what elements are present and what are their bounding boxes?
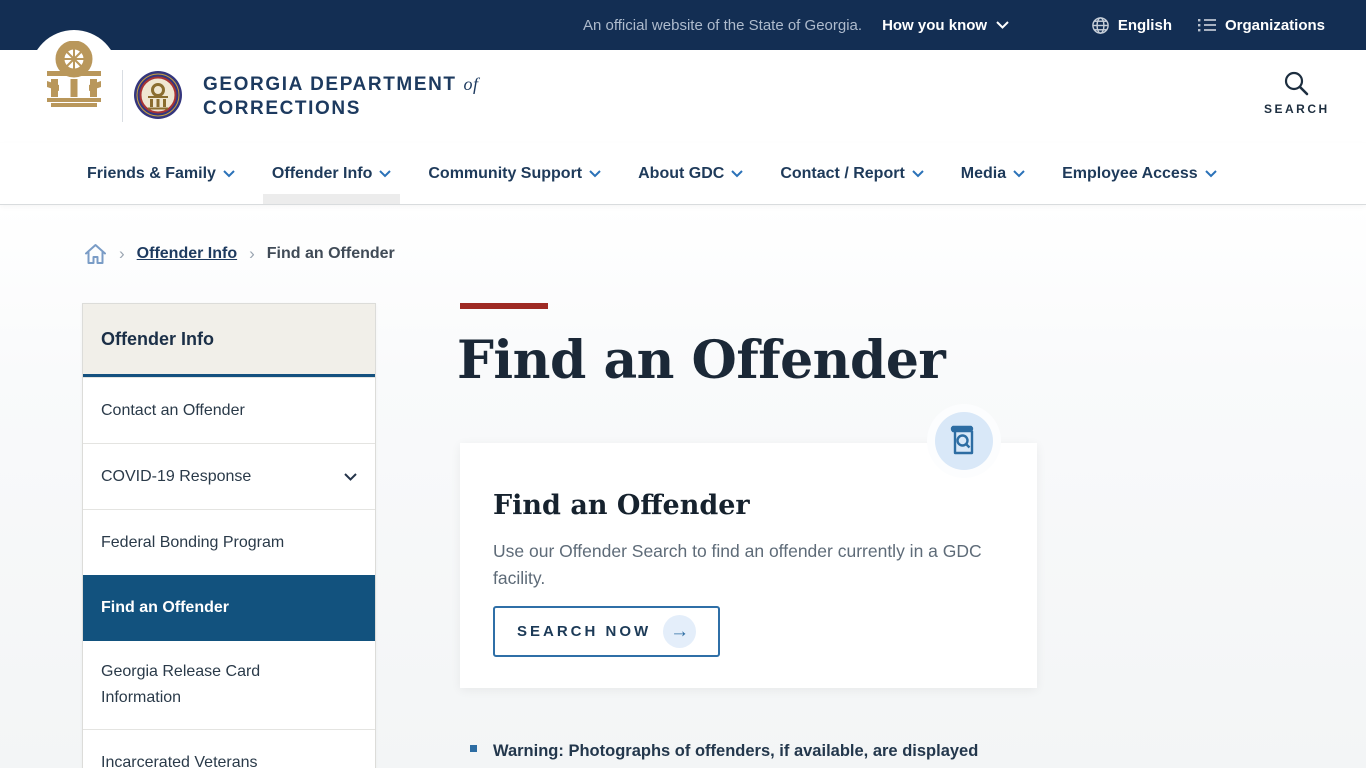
sidebar-item-incarcerated-veterans[interactable]: Incarcerated Veterans	[83, 729, 375, 768]
nav-item-media[interactable]: Media	[956, 143, 1030, 204]
chevron-down-icon	[344, 472, 357, 481]
chevron-down-icon	[912, 169, 924, 177]
heading-accent-bar	[460, 303, 548, 309]
nav-label: Contact / Report	[780, 164, 905, 182]
agency-title[interactable]: GEORGIA DEPARTMENT of CORRECTIONS	[203, 72, 479, 121]
page: An official website of the State of Geor…	[0, 0, 1366, 768]
breadcrumb-link-offender-info[interactable]: Offender Info	[137, 245, 237, 263]
breadcrumb-separator-icon: ›	[249, 244, 255, 263]
government-topbar: An official website of the State of Geor…	[0, 0, 1366, 50]
sidebar-item-label: Incarcerated Veterans	[101, 753, 258, 768]
nav-label: Employee Access	[1062, 164, 1198, 182]
organizations-label: Organizations	[1224, 16, 1325, 34]
breadcrumb: › Offender Info › Find an Offender	[84, 243, 395, 265]
warning-text: Warning: Photographs of offenders, if av…	[493, 742, 979, 760]
nav-item-offender-info[interactable]: Offender Info	[262, 143, 401, 204]
page-title: Find an Offender	[457, 330, 946, 391]
nav-item-community-support[interactable]: Community Support	[423, 143, 606, 204]
sidebar-item-label: Federal Bonding Program	[101, 533, 285, 551]
sidebar-item-georgia-release-card[interactable]: Georgia Release Card Information	[83, 641, 339, 729]
chevron-down-icon	[731, 169, 744, 177]
document-search-icon	[950, 425, 974, 455]
chevron-down-icon	[1204, 169, 1217, 177]
nav-item-friends-family[interactable]: Friends & Family	[82, 143, 240, 204]
logo-divider	[122, 70, 123, 122]
nav-label: Friends & Family	[87, 164, 216, 182]
nav-item-contact-report[interactable]: Contact / Report	[775, 143, 928, 204]
sidebar-title: Offender Info	[83, 304, 375, 377]
agency-line1: GEORGIA DEPARTMENT	[203, 74, 457, 95]
arch-icon	[47, 41, 101, 107]
chevron-down-icon	[589, 169, 601, 177]
gdc-seal	[133, 70, 183, 120]
sidebar-item-label: Contact an Offender	[101, 401, 245, 419]
sidebar-item-contact-an-offender[interactable]: Contact an Offender	[83, 377, 375, 443]
how-you-know-toggle[interactable]: How you know	[882, 17, 1009, 34]
language-selector[interactable]: English	[1091, 16, 1172, 35]
search-button[interactable]: SEARCH	[1264, 70, 1328, 116]
section-sidebar: Offender Info Contact an Offender COVID-…	[82, 303, 376, 768]
chevron-down-icon	[996, 21, 1009, 29]
how-you-know-label: How you know	[882, 16, 988, 34]
nav-label: Offender Info	[271, 164, 373, 182]
agency-of: of	[463, 74, 479, 94]
globe-icon	[1092, 16, 1109, 34]
organizations-link[interactable]: Organizations	[1197, 16, 1325, 34]
bullet-icon	[470, 745, 477, 752]
chevron-down-icon	[379, 169, 392, 177]
chevron-down-icon	[1013, 169, 1025, 177]
primary-nav: Friends & Family Offender Info Community…	[0, 143, 1366, 205]
breadcrumb-separator-icon: ›	[119, 244, 125, 263]
nav-item-employee-access[interactable]: Employee Access	[1057, 143, 1221, 204]
agency-line2: CORRECTIONS	[203, 98, 361, 119]
official-website-text: An official website of the State of Geor…	[583, 16, 863, 34]
search-icon	[1284, 71, 1309, 96]
search-label: SEARCH	[1264, 102, 1330, 116]
language-label: English	[1117, 16, 1172, 34]
sidebar-item-label: Find an Offender	[101, 599, 229, 616]
warning-list-item: Warning: Photographs of offenders, if av…	[470, 738, 978, 764]
card-description: Use our Offender Search to find an offen…	[493, 541, 982, 588]
search-now-label: SEARCH NOW	[517, 623, 652, 640]
nav-label: Media	[960, 164, 1007, 182]
sidebar-item-federal-bonding-program[interactable]: Federal Bonding Program	[83, 509, 375, 575]
site-header: GEORGIA DEPARTMENT of CORRECTIONS SEARCH	[0, 30, 1366, 143]
list-icon	[1197, 19, 1216, 32]
sidebar-item-label: Georgia Release Card Information	[101, 663, 261, 706]
arrow-right-icon: →	[663, 615, 697, 648]
chevron-down-icon	[223, 169, 235, 177]
home-icon[interactable]	[84, 243, 107, 265]
georgia-arch-logo[interactable]	[30, 30, 118, 118]
sidebar-item-covid-19-response[interactable]: COVID-19 Response	[83, 443, 375, 509]
nav-label: Community Support	[428, 164, 583, 182]
nav-label: About GDC	[638, 164, 725, 182]
card-title: Find an Offender	[493, 490, 750, 521]
card-icon-badge	[935, 412, 993, 470]
nav-item-about-gdc[interactable]: About GDC	[633, 143, 748, 204]
sidebar-item-find-an-offender[interactable]: Find an Offender	[83, 575, 375, 641]
breadcrumb-current: Find an Offender	[266, 245, 395, 262]
sidebar-item-label: COVID-19 Response	[101, 467, 252, 485]
search-now-button[interactable]: SEARCH NOW →	[493, 606, 721, 657]
